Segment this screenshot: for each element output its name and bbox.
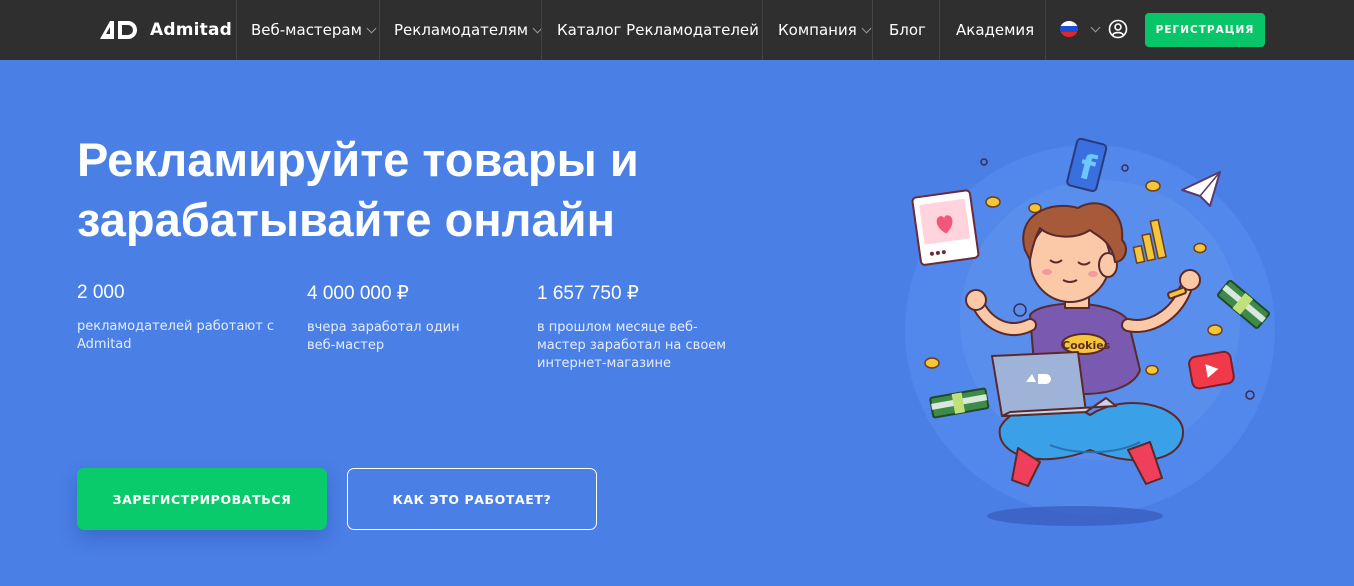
- nav-divider: [541, 0, 542, 60]
- nav-item-label: Компания: [778, 21, 857, 39]
- headline-line-2: зарабатывайте онлайн: [77, 193, 615, 246]
- russia-flag-icon[interactable]: [1060, 21, 1078, 37]
- stat-value: 1 657 750 ₽: [537, 283, 639, 304]
- illustration-shadow: [987, 506, 1163, 526]
- admitad-logo-icon: [100, 21, 137, 39]
- nav-item-company[interactable]: Компания: [778, 0, 872, 60]
- admitad-logo[interactable]: Admitad: [98, 16, 232, 44]
- nav-item-webmasters[interactable]: Веб-мастерам: [251, 0, 377, 60]
- stat-description: вчера заработал один веб-мастер: [307, 320, 460, 353]
- nav-item-label: Блог: [889, 21, 926, 39]
- stat-value: 4 000 000 ₽: [307, 283, 409, 304]
- how-it-works-button[interactable]: КАК ЭТО РАБОТАЕТ?: [347, 468, 597, 530]
- page-title: Рекламируйте товары и зарабатывайте онла…: [77, 130, 737, 250]
- nav-divider: [236, 0, 237, 60]
- nav-item-blog[interactable]: Блог: [889, 0, 926, 60]
- chevron-down-icon: [366, 23, 377, 34]
- stat-daily-earning: 4 000 000 ₽ вчера заработал один веб-мас…: [307, 282, 492, 355]
- nav-divider: [939, 0, 940, 60]
- youtube-icon: [1188, 350, 1235, 390]
- nav-divider: [872, 0, 873, 60]
- nav-divider: [762, 0, 763, 60]
- nav-item-label: Академия: [956, 21, 1035, 39]
- stat-monthly-earning: 1 657 750 ₽ в прошлом месяце веб-мастер …: [537, 282, 737, 373]
- nav-item-catalog[interactable]: Каталог Рекламодателей: [557, 0, 759, 60]
- nav-divider: [379, 0, 380, 60]
- headline-line-1: Рекламируйте товары и: [77, 133, 639, 186]
- nav-divider: [1045, 0, 1046, 60]
- chevron-down-icon[interactable]: [1090, 22, 1101, 33]
- nav-item-label: Каталог Рекламодателей: [557, 21, 759, 39]
- user-icon[interactable]: [1108, 19, 1128, 39]
- register-button[interactable]: РЕГИСТРАЦИЯ: [1145, 13, 1265, 47]
- nav-item-label: Рекламодателям: [394, 21, 529, 39]
- top-navigation: Admitad Веб-мастерам Рекламодателям Ката…: [0, 0, 1354, 60]
- stat-description: рекламодателей работают с Admitad: [77, 319, 275, 352]
- nav-item-advertisers[interactable]: Рекламодателям: [394, 0, 543, 60]
- shirt-cookies-label: Cookies: [1062, 339, 1111, 352]
- photo-card-icon: [911, 189, 980, 266]
- nav-item-label: Веб-мастерам: [251, 21, 362, 39]
- signup-button[interactable]: ЗАРЕГИСТРИРОВАТЬСЯ: [77, 468, 327, 530]
- stat-value: 2 000: [77, 282, 125, 303]
- brand-name: Admitad: [150, 20, 233, 40]
- stat-description: в прошлом месяце веб-мастер заработал на…: [537, 320, 727, 371]
- chevron-down-icon: [861, 23, 872, 34]
- nav-item-academy[interactable]: Академия: [956, 0, 1034, 60]
- hero-illustration: f Cookies: [905, 137, 1275, 526]
- stat-advertisers: 2 000 рекламодателей работают с Admitad: [77, 282, 277, 354]
